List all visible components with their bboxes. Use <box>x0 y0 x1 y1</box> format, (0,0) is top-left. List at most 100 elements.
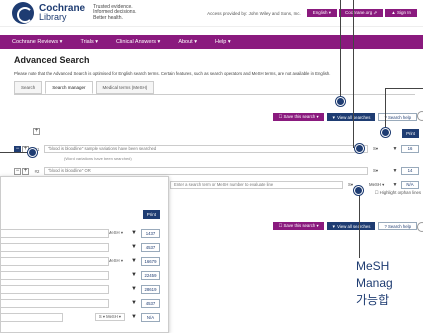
filter-icon[interactable]: ▼ <box>127 230 141 236</box>
limits-dropdown[interactable]: S▾ <box>373 146 389 152</box>
search-line-input[interactable]: Enter a search term or MeSH number to ev… <box>170 181 343 189</box>
callout-line <box>385 88 386 132</box>
view-all-searches-button-bottom[interactable]: ▼ View all searches <box>326 222 376 230</box>
callout-line <box>385 88 423 89</box>
save-search-button-bottom[interactable]: ☐ Save this search ▾ <box>273 222 324 230</box>
filter-icon[interactable]: ▼ <box>127 272 141 278</box>
caption-line: Manag <box>356 276 393 290</box>
nav-clinical-answers[interactable]: Clinical Answers ▾ <box>116 39 160 45</box>
tab-mesh[interactable]: Medical terms (MeSH) <box>95 81 155 94</box>
filter-icon[interactable]: ▼ <box>127 300 141 306</box>
limits-mesh-dropdown[interactable]: S ▾ MeSH ▾ <box>94 313 125 321</box>
search-row: − + #2 "blood is bloodline" OR S▾ ▼ 14 <box>14 166 419 176</box>
callout-marker <box>381 128 390 137</box>
language-button[interactable]: English ▾ <box>306 9 337 17</box>
callout-marker <box>354 186 363 195</box>
tagline: Trusted evidence. Informed decisions. Be… <box>93 3 137 21</box>
search-note: Please note that the Advanced Search is … <box>14 71 331 76</box>
callout-marker-outline <box>417 111 423 121</box>
cochrane-logo[interactable]: Cochrane Library <box>12 2 85 24</box>
add-line-button[interactable]: + <box>33 128 40 135</box>
search-line-input[interactable] <box>1 270 109 280</box>
view-all-searches-button[interactable]: ▼ View all searches <box>326 113 376 121</box>
zoom-row: MeSH ▾ ▼ 1437 <box>1 228 160 238</box>
callout-marker <box>355 144 364 153</box>
mesh-dropdown[interactable]: MeSH ▾ <box>108 230 123 236</box>
cochrane-org-button[interactable]: Cochrane.org ⇗ <box>338 9 384 17</box>
search-tabs: Search Search manager Medical terms (MeS… <box>14 81 423 94</box>
result-count-link[interactable]: 4537 <box>141 298 160 308</box>
filter-icon[interactable]: ▼ <box>389 168 401 174</box>
search-line-input[interactable]: "blood is bloodline" sample variations h… <box>44 145 368 153</box>
search-line-input[interactable] <box>1 284 109 294</box>
search-line-input[interactable]: "blood is bloodline" OR <box>44 167 368 175</box>
mesh-dropdown[interactable]: MeSH ▾ <box>108 258 123 264</box>
cochrane-logo-icon <box>12 2 34 24</box>
word-variations-note: (Word variations have been searched) <box>64 156 132 161</box>
search-line-input[interactable] <box>1 242 109 252</box>
caption-text: MeSH Manag 가능합 <box>356 258 393 309</box>
result-count-link[interactable]: 16679 <box>141 256 160 266</box>
filter-icon[interactable]: ▼ <box>127 258 141 264</box>
limits-dropdown[interactable]: S▾ <box>373 168 389 174</box>
actions-bottom: ☐ Save this search ▾ ▼ View all searches… <box>273 222 417 230</box>
result-count-link[interactable]: 14 <box>401 167 419 175</box>
tab-divider <box>14 94 415 95</box>
logo-subtitle: Library <box>39 12 67 22</box>
nav-cochrane-reviews[interactable]: Cochrane Reviews ▾ <box>12 39 62 45</box>
result-count-link[interactable]: 22459 <box>141 270 160 280</box>
filter-icon[interactable]: ▼ <box>389 146 401 152</box>
result-count-link[interactable]: 4537 <box>141 242 160 252</box>
zoom-row: ▼ 4537 <box>1 242 160 252</box>
nav-help[interactable]: Help ▾ <box>215 39 231 45</box>
top-bar: Cochrane Library Trusted evidence. Infor… <box>0 0 423 27</box>
zoom-row: S ▾ MeSH ▾ ▼ N/A <box>1 312 160 322</box>
sign-in-button[interactable]: ▲ Sign In <box>385 9 417 17</box>
search-line-input[interactable] <box>1 256 109 266</box>
zoom-row: ▼ 4537 <box>1 298 160 308</box>
callout-line <box>0 152 28 153</box>
callout-marker <box>336 97 345 106</box>
search-line-input[interactable] <box>1 312 63 322</box>
callout-line <box>359 190 360 258</box>
search-line-input[interactable] <box>1 298 109 308</box>
filter-icon[interactable]: ▼ <box>389 182 401 188</box>
callout-marker <box>28 148 37 157</box>
filter-icon[interactable]: ▼ <box>127 314 141 320</box>
access-text: Access provided by: John Wiley and Sons,… <box>207 10 301 16</box>
result-count-link[interactable]: 28619 <box>141 284 160 294</box>
page-title: Advanced Search <box>14 55 90 65</box>
main-nav: Cochrane Reviews ▾ Trials ▾ Clinical Ans… <box>0 35 423 49</box>
zoom-row: ▼ 22459 <box>1 270 160 280</box>
search-help-button-bottom[interactable]: ? Search help <box>378 222 417 230</box>
result-count-link[interactable]: N/A <box>141 312 160 322</box>
callout-line <box>340 0 341 100</box>
line-number: #2 <box>34 168 40 174</box>
nav-about[interactable]: About ▾ <box>178 39 197 45</box>
caption-line: MeSH <box>356 259 390 273</box>
caption-line: 가능합 <box>356 293 390 307</box>
result-count-link[interactable]: 1437 <box>141 228 160 238</box>
zoom-row: ▼ 28619 <box>1 284 160 294</box>
filter-icon[interactable]: ▼ <box>127 244 141 250</box>
print-button-zoom[interactable]: Print <box>142 210 160 219</box>
tab-search[interactable]: Search <box>14 81 43 94</box>
save-search-button[interactable]: ☐ Save this search ▾ <box>273 113 324 121</box>
print-button[interactable]: Print <box>402 129 419 138</box>
nav-trials[interactable]: Trials ▾ <box>80 39 98 45</box>
zoom-panel: Print MeSH ▾ ▼ 1437 ▼ 4537 MeSH ▾ ▼ 1667… <box>0 176 169 333</box>
remove-line-button[interactable]: − <box>14 167 21 175</box>
zoom-row: MeSH ▾ ▼ 16679 <box>1 256 160 266</box>
callout-line <box>353 0 354 148</box>
mesh-dropdown[interactable]: MeSH ▾ <box>369 182 389 188</box>
add-after-button[interactable]: + <box>22 167 29 175</box>
search-line-input[interactable] <box>1 228 109 238</box>
actions-top: ☐ Save this search ▾ ▼ View all searches… <box>273 113 417 121</box>
highlight-orphan-checkbox[interactable]: ☐ Highlight orphan lines <box>375 190 421 196</box>
callout-marker-outline <box>417 222 423 232</box>
result-count-link[interactable]: 16 <box>401 145 419 153</box>
filter-icon[interactable]: ▼ <box>127 286 141 292</box>
result-count-link[interactable]: N/A <box>401 181 419 189</box>
search-row: Enter a search term or MeSH number to ev… <box>170 180 419 190</box>
tab-search-manager[interactable]: Search manager <box>45 81 93 94</box>
